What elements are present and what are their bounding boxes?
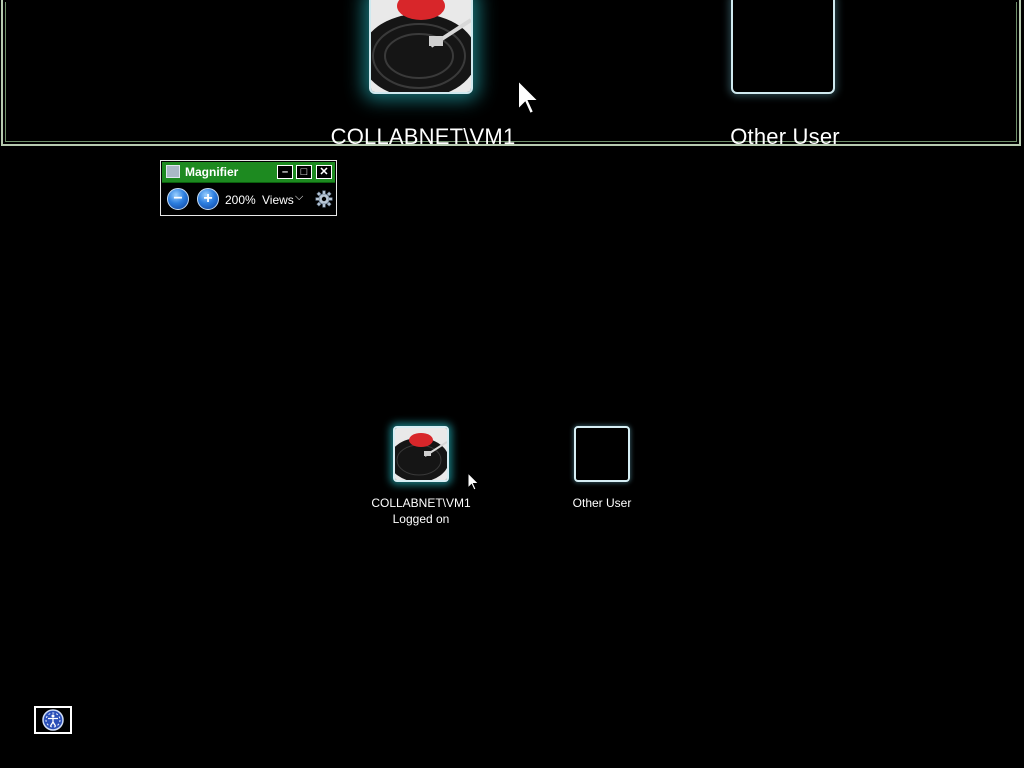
magnifier-title: Magnifier bbox=[185, 165, 239, 179]
magnified-other-user-tile bbox=[731, 0, 835, 94]
minimize-button[interactable]: – bbox=[277, 165, 293, 179]
ease-of-access-button[interactable] bbox=[34, 706, 72, 734]
zoom-out-button[interactable]: − bbox=[167, 188, 189, 210]
record-player-picture bbox=[395, 428, 447, 480]
zoom-in-button[interactable]: + bbox=[197, 188, 219, 210]
user-tile-collabnet-vm1[interactable] bbox=[393, 426, 449, 482]
views-menu-button[interactable]: Views bbox=[262, 193, 294, 207]
user-status-label: Logged on bbox=[392, 512, 450, 526]
zoom-level: 200% bbox=[225, 193, 256, 207]
magnifier-window[interactable]: Magnifier – □ ✕ − + 200% Views ⌵ bbox=[160, 160, 337, 216]
magnifier-title-bar[interactable]: Magnifier – □ ✕ bbox=[162, 162, 335, 183]
mouse-cursor-icon bbox=[467, 472, 480, 491]
magnifier-docked-view: COLLABNET\VM1 Other User bbox=[1, 0, 1021, 146]
magnified-user-label: COLLABNET\VM1 bbox=[330, 124, 516, 146]
magnifier-toolbar: − + 200% Views ⌵ bbox=[161, 183, 336, 215]
magnified-other-user-label: Other User bbox=[730, 124, 840, 146]
gear-icon[interactable] bbox=[315, 190, 333, 208]
magnifier-view-frame bbox=[5, 2, 1017, 142]
other-user-label: Other User bbox=[572, 496, 632, 510]
maximize-button[interactable]: □ bbox=[296, 165, 312, 179]
record-player-picture bbox=[371, 0, 471, 92]
user-tile-other-user[interactable] bbox=[574, 426, 630, 482]
close-button[interactable]: ✕ bbox=[316, 165, 332, 179]
user-name-label: COLLABNET\VM1 bbox=[371, 496, 471, 510]
magnified-user-tile-collabnet bbox=[369, 0, 473, 94]
magnifier-app-icon bbox=[166, 165, 180, 178]
magnified-cursor-icon bbox=[517, 78, 542, 116]
chevron-down-icon[interactable]: ⌵ bbox=[295, 191, 303, 204]
ease-of-access-icon bbox=[42, 709, 64, 731]
